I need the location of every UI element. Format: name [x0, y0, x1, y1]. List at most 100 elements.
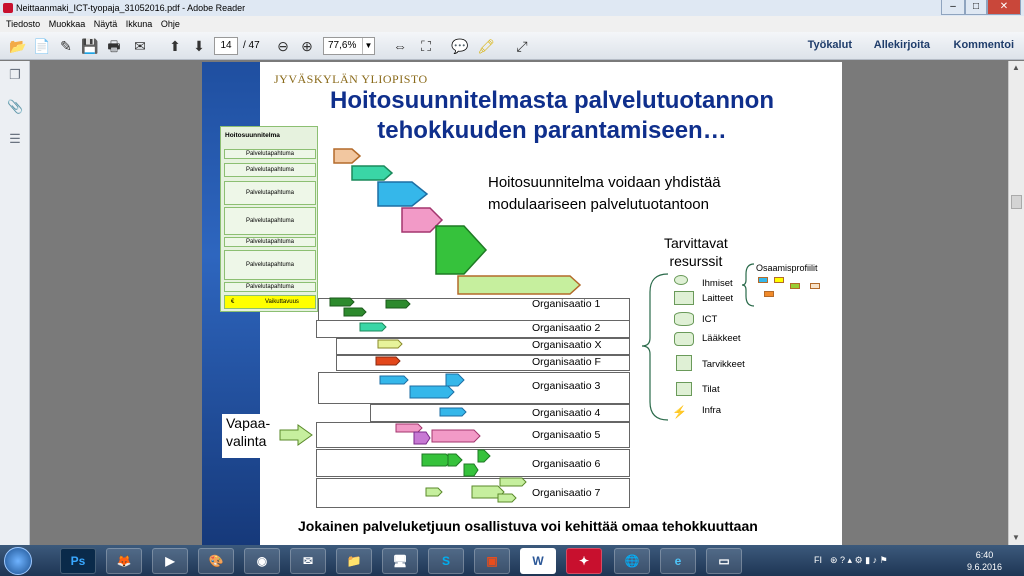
close-button[interactable]: ✕ — [987, 0, 1021, 15]
adobe-reader-icon — [3, 3, 13, 13]
page-up-icon[interactable]: ⬆ — [165, 36, 185, 56]
skill-chip — [758, 277, 768, 283]
highlight-icon[interactable]: 🖍 — [476, 36, 496, 56]
skill-chip — [810, 283, 820, 289]
start-button[interactable] — [4, 547, 32, 575]
resources-title-line1: Tarvittavat — [664, 235, 728, 251]
firefox-taskbar-icon[interactable]: 🦊 — [106, 548, 142, 574]
photoshop-taskbar-icon[interactable]: Ps — [60, 548, 96, 574]
print-icon[interactable]: 🖶 — [104, 36, 124, 56]
org-label: Organisaatio F — [532, 356, 601, 368]
fit-width-icon[interactable]: ⇔ — [390, 36, 410, 56]
scroll-up-icon[interactable]: ▲ — [1012, 63, 1020, 72]
skype-taskbar-icon[interactable]: S — [428, 548, 464, 574]
zoom-select[interactable]: 77,6% ▼ — [323, 37, 375, 55]
organisation-arrows — [329, 297, 527, 503]
sign-link[interactable]: Allekirjoita — [874, 39, 930, 51]
org-label: Organisaatio 3 — [532, 380, 601, 392]
org-arrow — [413, 431, 431, 445]
step-arrow — [351, 165, 394, 181]
internet-explorer-taskbar-icon[interactable]: e — [660, 548, 696, 574]
minimize-button[interactable]: – — [941, 0, 965, 15]
free-choice-label: Vapaa- valinta — [222, 414, 276, 458]
service-event-row: Palvelutapahtuma — [224, 207, 316, 235]
resource-label: ICT — [702, 314, 718, 325]
page-number-input[interactable]: 14 — [214, 37, 238, 55]
save-icon[interactable]: 💾 — [80, 36, 100, 56]
edit-icon[interactable]: ✎ — [56, 36, 76, 56]
page-count: / 47 — [243, 40, 260, 51]
subtext-line1: Hoitosuunnitelma voidaan yhdistää — [488, 174, 721, 191]
org-arrow — [425, 487, 443, 497]
file-explorer-taskbar-icon[interactable]: 📁 — [336, 548, 372, 574]
effectiveness-label: Vaikuttavuus — [265, 299, 299, 305]
free-choice-line2: valinta — [226, 433, 267, 449]
menu-tiedosto[interactable]: Tiedosto — [6, 16, 40, 32]
org-arrow — [343, 307, 367, 317]
system-clock[interactable]: 6:40 9.6.2016 — [967, 549, 1002, 573]
tray-icons[interactable]: ⊛ ? ▴ ⚙ ▮ ♪ ⚑ — [830, 555, 888, 566]
skills-bracket — [741, 263, 755, 307]
paint-taskbar-icon[interactable]: 🎨 — [198, 548, 234, 574]
zoom-in-icon[interactable]: ⊕ — [297, 36, 317, 56]
menu-ohje[interactable]: Ohje — [161, 16, 180, 32]
free-choice-line1: Vapaa- — [226, 415, 271, 431]
free-choice-arrow — [279, 424, 313, 446]
device-icon — [674, 291, 694, 305]
skill-profiles-label: Osaamisprofiilit — [756, 263, 818, 273]
remote-taskbar-icon[interactable]: 🖥 — [382, 548, 418, 574]
network-taskbar-icon[interactable]: 🌐 — [614, 548, 650, 574]
zoom-out-icon[interactable]: ⊖ — [273, 36, 293, 56]
attachment-icon[interactable]: 📎 — [7, 99, 23, 115]
menu-nayta[interactable]: Näytä — [94, 16, 118, 32]
resource-label: Lääkkeet — [702, 333, 741, 344]
medicine-icon — [674, 332, 694, 346]
page-down-icon[interactable]: ⬇ — [189, 36, 209, 56]
comment-icon[interactable]: 💬 — [450, 36, 470, 56]
scroll-down-icon[interactable]: ▼ — [1012, 533, 1020, 542]
window-title: Neittaanmaki_ICT-tyopaja_31052016.pdf - … — [16, 3, 246, 13]
pages-icon[interactable]: ❐ — [7, 67, 23, 83]
outlook-taskbar-icon[interactable]: ✉ — [290, 548, 326, 574]
org-arrow — [497, 493, 517, 503]
facilities-icon — [676, 382, 692, 396]
clock-date: 9.6.2016 — [966, 562, 1002, 572]
fit-page-icon[interactable]: ⛶ — [416, 36, 436, 56]
create-pdf-icon[interactable]: 📄 — [32, 36, 52, 56]
navigation-sidebar: ❐ 📎 ☰ — [0, 61, 30, 545]
screen-taskbar-icon[interactable]: ▭ — [706, 548, 742, 574]
process-staircase — [333, 148, 582, 295]
tools-link[interactable]: Työkalut — [808, 39, 852, 51]
org-label: Organisaatio 1 — [532, 298, 601, 310]
chrome-taskbar-icon[interactable]: ◉ — [244, 548, 280, 574]
media-player-taskbar-icon[interactable]: ▶ — [152, 548, 188, 574]
word-taskbar-icon[interactable]: W — [520, 548, 556, 574]
acrobat-taskbar-icon[interactable]: ✦ — [566, 548, 602, 574]
scroll-thumb[interactable] — [1011, 195, 1022, 209]
org-arrow — [377, 339, 403, 349]
step-arrow — [435, 225, 488, 275]
university-name: JYVÄSKYLÄN YLIOPISTO — [274, 72, 428, 86]
office-taskbar-icon[interactable]: ▣ — [474, 548, 510, 574]
menu-ikkuna[interactable]: Ikkuna — [126, 16, 153, 32]
vertical-scrollbar[interactable]: ▲ ▼ — [1008, 61, 1024, 545]
care-plan-table: Hoitosuunnitelma Palvelutapahtuma Palvel… — [220, 126, 318, 312]
resource-label: Infra — [702, 405, 722, 416]
org-arrow — [409, 385, 455, 399]
service-event-row: Palvelutapahtuma — [224, 237, 316, 247]
subtext-line2: modulaariseen palvelutuotantoon — [488, 196, 709, 213]
comment-link[interactable]: Kommentoi — [954, 39, 1015, 51]
org-arrow — [439, 407, 467, 417]
email-icon[interactable]: ✉ — [130, 36, 150, 56]
menu-muokkaa[interactable]: Muokkaa — [49, 16, 86, 32]
org-label: Organisaatio 6 — [532, 458, 601, 470]
org-label: Organisaatio X — [532, 339, 602, 351]
open-icon[interactable]: 📂 — [8, 36, 28, 56]
maximize-button[interactable]: □ — [965, 0, 987, 15]
fullscreen-icon[interactable]: ⤢ — [512, 36, 532, 56]
bookmarks-icon[interactable]: ☰ — [7, 131, 23, 147]
chevron-down-icon[interactable]: ▼ — [362, 38, 374, 54]
language-indicator[interactable]: FI — [814, 555, 822, 565]
slide-title-line2: tehokkuuden parantamiseen… — [377, 117, 727, 144]
org-arrow — [445, 373, 465, 387]
